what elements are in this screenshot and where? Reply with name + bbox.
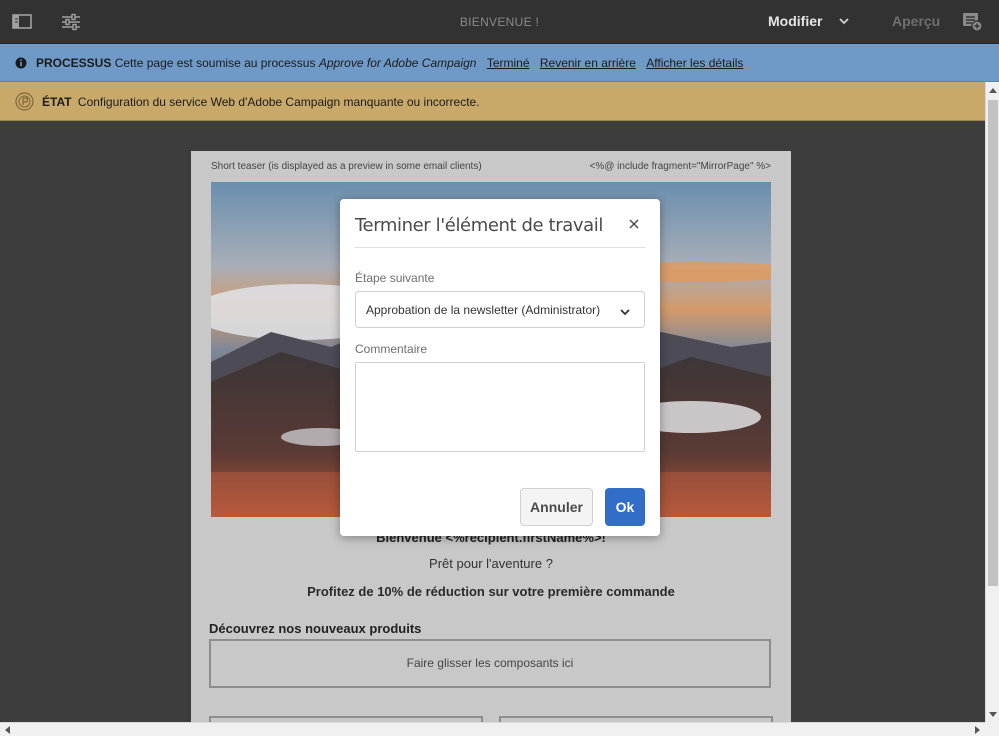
- workflow-process-bar: PROCESSUS Cette page est soumise au proc…: [0, 44, 999, 82]
- step-back-link[interactable]: Revenir en arrière: [540, 56, 636, 70]
- horizontal-scrollbar[interactable]: [0, 722, 985, 736]
- ok-button[interactable]: Ok: [605, 488, 645, 526]
- next-step-label: Étape suivante: [355, 271, 435, 285]
- chevron-down-icon[interactable]: [838, 14, 850, 28]
- scroll-up-icon[interactable]: [989, 88, 997, 93]
- scrollbar-corner: [985, 722, 999, 736]
- complete-link[interactable]: Terminé: [487, 56, 530, 70]
- annotations-icon[interactable]: [962, 11, 984, 33]
- scroll-down-icon[interactable]: [989, 712, 997, 717]
- comment-field[interactable]: [355, 362, 645, 452]
- process-text: Cette page est soumise au processus: [114, 56, 316, 70]
- view-details-link[interactable]: Afficher les détails: [646, 56, 743, 70]
- scrollbar-thumb[interactable]: [988, 100, 998, 586]
- cancel-button[interactable]: Annuler: [520, 488, 593, 526]
- scroll-left-icon[interactable]: [5, 726, 10, 734]
- status-message: Configuration du service Web d'Adobe Cam…: [77, 95, 480, 109]
- process-label: PROCESSUS: [36, 56, 112, 70]
- scroll-right-icon[interactable]: [975, 726, 980, 734]
- close-icon[interactable]: [627, 217, 641, 231]
- next-step-select[interactable]: Approbation de la newsletter (Administra…: [355, 291, 645, 328]
- chevron-down-icon: [619, 305, 631, 317]
- side-panel-icon[interactable]: [12, 11, 34, 33]
- workflow-name: Approve for Adobe Campaign: [318, 56, 477, 70]
- top-toolbar: BIENVENUE ! Modifier Aperçu: [0, 0, 999, 44]
- campaign-status-icon: [15, 92, 34, 111]
- next-step-value: Approbation de la newsletter (Administra…: [366, 303, 601, 317]
- mode-selector[interactable]: Modifier: [768, 13, 822, 29]
- properties-icon[interactable]: [60, 11, 82, 33]
- dialog-title: Terminer l'élément de travail: [355, 215, 603, 236]
- preview-button[interactable]: Aperçu: [892, 13, 940, 29]
- info-icon: [15, 57, 27, 69]
- vertical-scrollbar[interactable]: [985, 82, 999, 722]
- dialog-divider: [355, 247, 645, 248]
- status-label: ÉTAT: [42, 95, 72, 109]
- complete-work-item-dialog: Terminer l'élément de travail Étape suiv…: [340, 199, 660, 536]
- status-bar: ÉTAT Configuration du service Web d'Adob…: [0, 82, 999, 121]
- comment-label: Commentaire: [355, 342, 428, 356]
